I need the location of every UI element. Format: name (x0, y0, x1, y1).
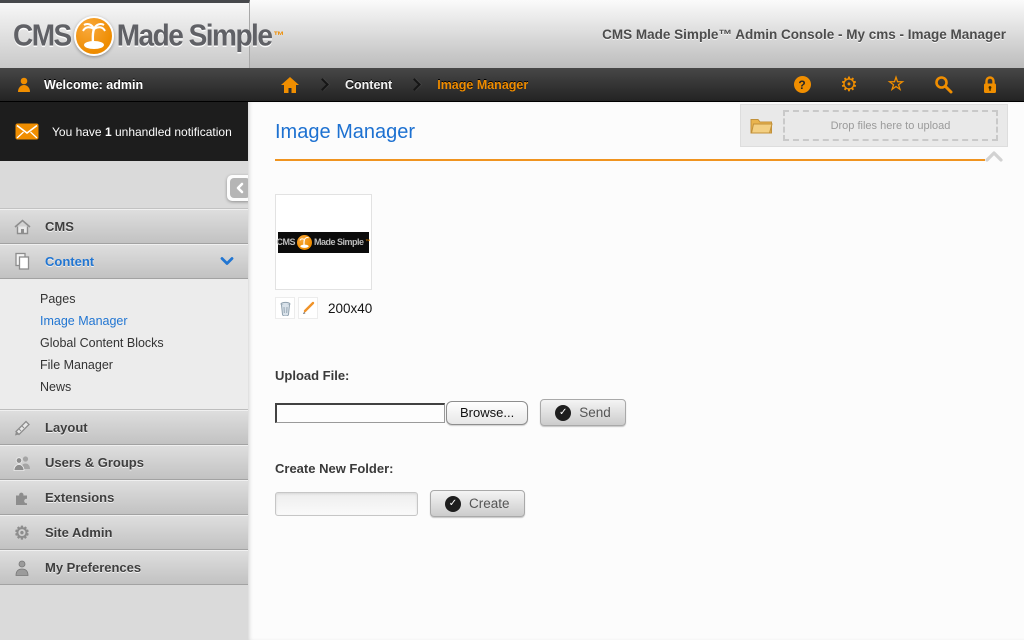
sidebar-item-label: Site Admin (45, 525, 113, 540)
user-icon (18, 77, 30, 92)
envelope-icon (15, 123, 39, 140)
sidebar-item-label: My Preferences (45, 560, 142, 575)
sidebar-item-label: Extensions (45, 490, 115, 505)
palm-island-icon (73, 15, 114, 56)
search-icon[interactable] (933, 75, 953, 95)
documents-icon (12, 252, 32, 271)
check-icon: ✓ (445, 495, 461, 512)
sidebar: You have 1 unhandled notification CMS Co… (0, 102, 253, 640)
window-title: CMS Made Simple™ Admin Console - My cms … (602, 26, 1006, 42)
sidebar-item-site-admin[interactable]: ⚙ Site Admin (0, 515, 248, 550)
breadcrumb-separator-icon (316, 78, 329, 91)
welcome-area: Welcome: admin (0, 76, 248, 94)
sidebar-item-my-preferences[interactable]: My Preferences (0, 550, 248, 585)
send-button[interactable]: ✓ Send (540, 399, 626, 426)
brand-logo: CMS Made Simple ™ (0, 0, 284, 68)
logo-text-cms: CMS (13, 18, 72, 52)
chevron-down-icon[interactable] (220, 254, 234, 269)
workspace: You have 1 unhandled notification CMS Co… (0, 102, 1024, 640)
logo-text-made-simple: Made Simple (116, 18, 273, 52)
folder-icon (750, 119, 773, 134)
users-icon (12, 454, 32, 472)
content-submenu: Pages Image Manager Global Content Block… (0, 279, 248, 410)
collapse-dropzone-chevron-up-icon[interactable] (984, 150, 1004, 168)
create-folder-row: ✓ Create (275, 490, 1024, 517)
notification-count: 1 (104, 124, 112, 139)
image-dimensions-label: 200x40 (328, 300, 373, 316)
chevron-left-icon (230, 178, 250, 198)
sidebar-item-label: CMS (45, 219, 74, 234)
breadcrumb-separator-icon (408, 78, 422, 91)
pencil-icon (303, 301, 315, 314)
nav-icon-group: ? ⚙ ☆ (792, 75, 1024, 95)
upload-file-label: Upload File: (275, 368, 350, 383)
sidebar-item-news[interactable]: News (0, 376, 248, 398)
delete-image-button[interactable] (275, 297, 295, 319)
sidebar-spacer (0, 161, 248, 209)
upload-file-row: Browse... ✓ Send (275, 399, 1024, 426)
gear-icon: ⚙ (13, 522, 31, 543)
image-thumbnail-card[interactable]: CMS Made Simple ™ (275, 194, 372, 290)
title-divider (275, 159, 985, 161)
sidebar-item-global-content-blocks[interactable]: Global Content Blocks (0, 332, 248, 354)
help-icon[interactable]: ? (792, 75, 812, 95)
browse-button[interactable]: Browse... (446, 400, 529, 425)
sidebar-item-pages[interactable]: Pages (0, 288, 248, 310)
sidebar-item-layout[interactable]: Layout (0, 410, 248, 445)
breadcrumb: Content Image Manager (280, 76, 528, 94)
notification-banner[interactable]: You have 1 unhandled notification (0, 102, 248, 161)
ruler-pencil-icon (12, 418, 32, 437)
sidebar-item-extensions[interactable]: Extensions (0, 480, 248, 515)
upload-dropzone: Drop files here to upload (740, 104, 1008, 147)
puzzle-icon (12, 489, 32, 507)
breadcrumb-image-manager[interactable]: Image Manager (437, 78, 528, 92)
sidebar-item-label: Users & Groups (45, 455, 144, 470)
sidebar-item-users-groups[interactable]: Users & Groups (0, 445, 248, 480)
house-icon (12, 218, 32, 236)
trash-icon (280, 301, 290, 316)
breadcrumb-content[interactable]: Content (345, 78, 392, 92)
sidebar-item-label: Layout (45, 420, 88, 435)
welcome-text: Welcome: admin (44, 77, 144, 92)
sidebar-item-label: Content (45, 254, 95, 269)
dropzone-target[interactable]: Drop files here to upload (783, 110, 998, 141)
create-folder-label: Create New Folder: (275, 461, 394, 476)
notification-text: You have 1 unhandled notification (52, 124, 232, 139)
sidebar-item-cms[interactable]: CMS (0, 209, 248, 244)
app-header: CMS Made Simple ™ CMS Made Simple™ Admin… (0, 0, 1024, 68)
check-icon: ✓ (555, 404, 572, 421)
person-icon (12, 559, 32, 577)
favorites-star-icon[interactable]: ☆ (886, 75, 906, 95)
new-folder-name-input[interactable] (275, 491, 418, 516)
main-content: Drop files here to upload Image Manager … (248, 102, 1024, 640)
top-navigation-bar: Welcome: admin Content Image Manager ? ⚙… (0, 68, 1024, 102)
sidebar-item-content[interactable]: Content (0, 244, 248, 279)
lock-icon[interactable] (980, 75, 1000, 95)
sidebar-item-file-manager[interactable]: File Manager (0, 354, 248, 376)
upload-file-field[interactable] (275, 402, 445, 423)
sidebar-filler (0, 585, 248, 640)
sidebar-item-image-manager[interactable]: Image Manager (0, 310, 248, 332)
create-button[interactable]: ✓ Create (430, 490, 525, 517)
thumbnail-palm-icon (297, 234, 312, 250)
home-icon[interactable] (280, 76, 300, 94)
edit-image-button[interactable] (298, 297, 318, 319)
settings-gear-icon[interactable]: ⚙ (839, 75, 859, 95)
thumbnail-image[interactable]: CMS Made Simple ™ (277, 231, 371, 253)
thumbnail-actions: 200x40 (275, 297, 1024, 319)
